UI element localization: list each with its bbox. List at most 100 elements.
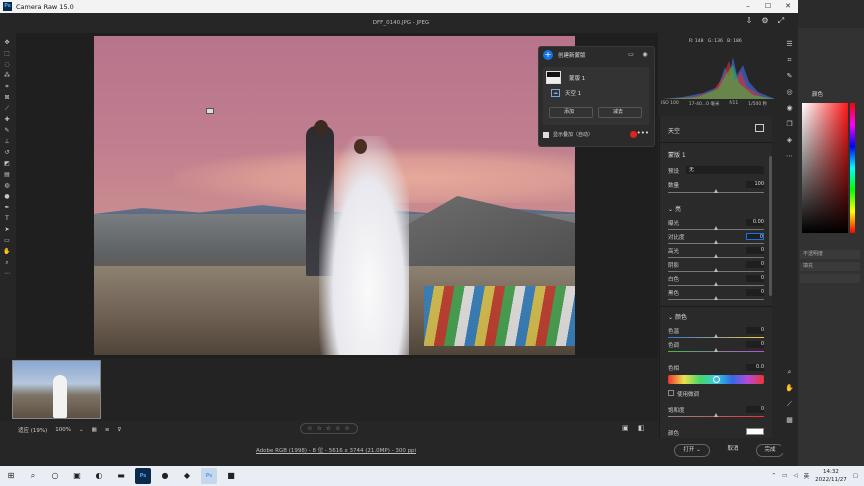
eyedropper-tool-icon[interactable]: ⟋ [3, 105, 12, 113]
grid-icon[interactable]: ▦ [92, 427, 97, 433]
filter-icon[interactable]: ⊽ [117, 427, 121, 433]
panel-options-icon[interactable] [755, 124, 764, 132]
sampler-icon[interactable]: ⟋ [785, 399, 795, 409]
done-button[interactable]: 完成 [756, 444, 784, 457]
star-rating[interactable]: ☆ ☆ ☆ ☆ ☆ [300, 423, 358, 434]
edit-icon[interactable]: ☰ [785, 39, 795, 49]
subtract-button[interactable]: 减去 [598, 107, 642, 118]
more-tools-icon[interactable]: ⋯ [3, 270, 12, 278]
sort-icon[interactable]: ≡ [105, 427, 110, 433]
zoom-icon[interactable]: ⌕ [785, 367, 795, 377]
fill-row[interactable]: 填充 [800, 262, 860, 271]
color-hue-strip[interactable] [850, 103, 855, 233]
task-view-icon[interactable]: ▣ [69, 468, 85, 484]
temp-value[interactable]: 0 [746, 327, 764, 334]
shape-tool-icon[interactable]: ▭ [3, 237, 12, 245]
clock[interactable]: 14:32 2022/11/27 [815, 468, 847, 484]
hand-tool-icon[interactable]: ✋ [3, 248, 12, 256]
notifications-icon[interactable]: ▢ [853, 473, 858, 479]
preview-photo[interactable] [94, 36, 575, 355]
layer-row[interactable] [800, 274, 860, 283]
fit-zoom-button[interactable]: 适应 (19%) [18, 426, 47, 434]
highlights-value[interactable]: 0 [746, 247, 764, 254]
heal-tool-icon[interactable]: ✚ [3, 116, 12, 124]
app-blue-icon[interactable]: ◆ [179, 468, 195, 484]
mask-row[interactable]: 蒙版 1 [546, 71, 585, 84]
workflow-options-link[interactable]: Adobe RGB (1998) - 8 位 - 5616 x 3744 (21… [256, 446, 416, 454]
amount-value[interactable]: 100 [746, 181, 764, 188]
gear-icon[interactable]: ⚙ [760, 16, 770, 26]
zoom-tool-icon[interactable]: ⌕ [3, 259, 12, 267]
volume-icon[interactable]: ◁ [793, 473, 797, 479]
filmstrip-thumbnail[interactable] [12, 360, 101, 419]
tray-arrow-icon[interactable]: ⌃ [772, 473, 777, 479]
pen-tool-icon[interactable]: ✒ [3, 204, 12, 212]
network-icon[interactable]: ▭ [782, 473, 787, 479]
color-swatch[interactable] [746, 428, 764, 435]
presets-icon[interactable]: ◈ [785, 135, 795, 145]
healing-icon[interactable]: ✎ [785, 71, 795, 81]
saturation-value[interactable]: 0 [746, 406, 764, 413]
color-section-header[interactable]: ⌄ 颜色 [668, 312, 687, 321]
cancel-button[interactable]: 取消 [718, 444, 748, 457]
gradient-tool-icon[interactable]: ▤ [3, 171, 12, 179]
blacks-value[interactable]: 0 [746, 289, 764, 296]
hand-icon[interactable]: ✋ [785, 383, 795, 393]
hue-slider-knob[interactable] [713, 376, 720, 383]
hue-value[interactable]: 0.0 [746, 364, 764, 371]
fullscreen-icon[interactable]: ⤢ [776, 16, 786, 26]
create-mask-label[interactable]: 创建新蒙版 [558, 51, 586, 59]
split-view-icon[interactable]: ◧ [638, 424, 646, 432]
history-brush-icon[interactable]: ↺ [3, 149, 12, 157]
redeye-icon[interactable]: ◉ [785, 103, 795, 113]
create-mask-button[interactable]: + [543, 50, 553, 60]
before-after-icon[interactable]: ▣ [622, 424, 630, 432]
save-icon[interactable]: ⇩ [744, 16, 754, 26]
zoom-100-button[interactable]: 100% [55, 427, 71, 433]
mask-folder-icon[interactable]: ▭ [627, 51, 635, 59]
opacity-row[interactable]: 不透明度 [800, 250, 860, 259]
windows-start-icon[interactable]: ⊞ [3, 468, 19, 484]
light-section-header[interactable]: ⌄ 亮 [668, 204, 681, 213]
whites-value[interactable]: 0 [746, 275, 764, 282]
stamp-tool-icon[interactable]: ⊥ [3, 138, 12, 146]
minimize-button[interactable]: – [738, 0, 758, 13]
file-explorer-icon[interactable]: ▬ [113, 468, 129, 484]
grid-overlay-icon[interactable]: ▦ [785, 415, 795, 425]
mask-pin-icon[interactable] [206, 108, 214, 114]
app-green-icon[interactable]: ● [157, 468, 173, 484]
eye-icon[interactable]: ◉ [641, 51, 649, 59]
slice-tool-icon[interactable]: ⊠ [3, 94, 12, 102]
eraser-tool-icon[interactable]: ◩ [3, 160, 12, 168]
dodge-tool-icon[interactable]: ● [3, 193, 12, 201]
maximize-button[interactable]: ☐ [758, 0, 778, 13]
open-button[interactable]: 打开 ⌄ [674, 444, 710, 457]
cortana-icon[interactable]: ○ [47, 468, 63, 484]
close-button[interactable]: ✕ [778, 0, 798, 13]
overlay-checkbox[interactable] [543, 131, 549, 138]
app-red-icon[interactable]: ■ [223, 468, 239, 484]
contrast-value[interactable]: 0 [746, 233, 764, 240]
photoshop-active-taskbar-icon[interactable]: Ps [201, 468, 217, 484]
more-options-icon[interactable]: ••• [637, 129, 649, 137]
masking-icon[interactable]: ◎ [785, 87, 795, 97]
search-icon[interactable]: ⌕ [25, 468, 41, 484]
zoom-dropdown-icon[interactable]: ⌄ [79, 427, 84, 433]
photoshop-taskbar-icon[interactable]: Ps [135, 468, 151, 484]
fine-adjust-checkbox[interactable] [668, 390, 674, 396]
lasso-tool-icon[interactable]: ◌ [3, 61, 12, 69]
shadows-value[interactable]: 0 [746, 261, 764, 268]
preset-select[interactable]: 无 [686, 166, 764, 174]
blur-tool-icon[interactable]: ◍ [3, 182, 12, 190]
color-picker-field[interactable] [802, 103, 848, 233]
mask-component-row[interactable]: ☁ 天空 1 [546, 89, 581, 97]
path-select-icon[interactable]: ➤ [3, 226, 12, 234]
more-icon[interactable]: ⋯ [785, 151, 795, 161]
amount-slider-knob[interactable] [714, 189, 718, 193]
snapshots-icon[interactable]: ❐ [785, 119, 795, 129]
type-tool-icon[interactable]: T [3, 215, 12, 223]
move-tool-icon[interactable]: ✥ [3, 39, 12, 47]
panel-scrollbar[interactable] [769, 156, 772, 296]
edge-browser-icon[interactable]: ◐ [91, 468, 107, 484]
input-language[interactable]: 英 [804, 472, 810, 480]
